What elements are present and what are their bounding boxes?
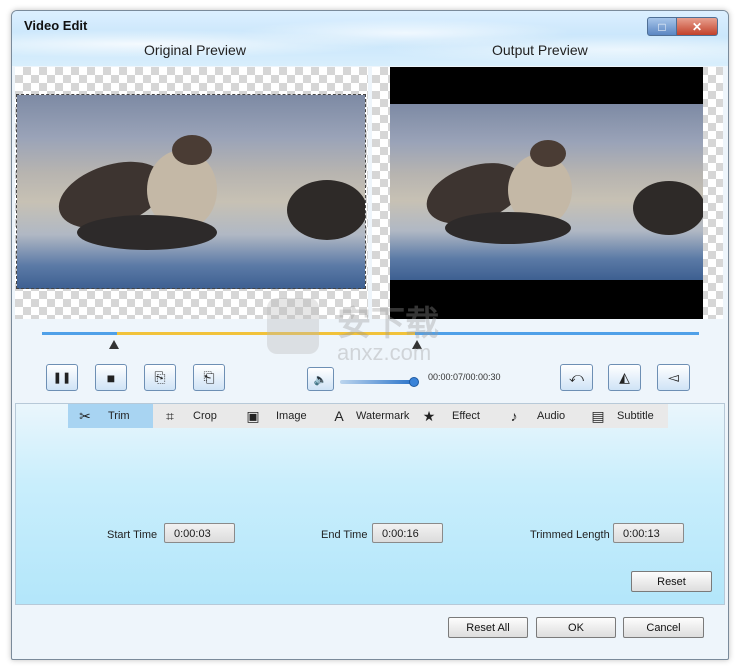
shield-icon: [267, 298, 319, 354]
end-time-field[interactable]: 0:00:16: [372, 523, 443, 543]
edit-panel: ✂ Trim ⌗ Crop ▣ Image A Watermark ★ Effe…: [15, 403, 725, 605]
tab-image[interactable]: ▣ Image: [236, 404, 322, 428]
original-preview-label: Original Preview: [144, 42, 246, 58]
flip-vertical-icon: ◅: [668, 369, 679, 385]
set-start-icon: ⎘: [154, 369, 166, 385]
ok-button[interactable]: OK: [536, 617, 616, 638]
crop-frame[interactable]: [16, 94, 366, 289]
title-bar: Video Edit □ ✕ Original Preview Output P…: [12, 11, 728, 66]
seal-shape: [445, 212, 571, 244]
close-icon: ✕: [691, 19, 703, 34]
trim-start-handle[interactable]: [109, 340, 119, 349]
subtitle-icon: ▤: [591, 407, 605, 424]
reset-button[interactable]: Reset: [631, 571, 712, 592]
output-preview-label: Output Preview: [492, 42, 588, 58]
flip-vertical-button[interactable]: ◅: [657, 364, 690, 391]
output-preview: [372, 67, 723, 319]
site-watermark: 安下载 anxz.com: [267, 298, 492, 378]
volume-slider-knob[interactable]: [409, 377, 419, 387]
reset-all-button[interactable]: Reset All: [448, 617, 528, 638]
tab-image-label: Image: [276, 410, 307, 422]
volume-slider[interactable]: [340, 380, 414, 384]
seal-shape: [530, 140, 566, 167]
image-icon: ▣: [246, 407, 260, 424]
window-controls: □ ✕: [647, 17, 718, 36]
scissors-icon: ✂: [79, 407, 91, 424]
tab-subtitle[interactable]: ▤ Subtitle: [581, 404, 668, 428]
original-preview: [15, 67, 368, 319]
tab-effect-label: Effect: [452, 410, 480, 422]
video-edit-window: Video Edit □ ✕ Original Preview Output P…: [11, 10, 729, 660]
maximize-icon: □: [658, 19, 666, 34]
stop-button[interactable]: ■: [95, 364, 127, 391]
pause-icon: ❚❚: [52, 372, 72, 384]
close-button[interactable]: ✕: [677, 17, 718, 36]
tab-watermark[interactable]: A Watermark: [322, 404, 412, 428]
tab-watermark-label: Watermark: [356, 410, 410, 422]
set-start-button[interactable]: ⎘: [144, 364, 176, 391]
end-time-label: End Time: [321, 529, 368, 541]
start-time-field[interactable]: 0:00:03: [164, 523, 235, 543]
rotate-icon: ⤺: [569, 369, 584, 385]
window-title: Video Edit: [24, 18, 88, 33]
output-video-frame: [390, 67, 703, 319]
stop-icon: ■: [106, 369, 116, 386]
watermark-chars: 安下载: [337, 305, 439, 343]
tab-audio[interactable]: ♪ Audio: [497, 404, 581, 428]
maximize-button[interactable]: □: [647, 17, 677, 36]
trimmed-length-label: Trimmed Length: [530, 529, 610, 541]
edit-tabs: ✂ Trim ⌗ Crop ▣ Image A Watermark ★ Effe…: [68, 404, 668, 428]
flip-horizontal-icon: ◭: [619, 369, 630, 385]
crop-icon: ⌗: [166, 407, 174, 424]
seal-shape: [633, 181, 703, 235]
titlebar-background: [12, 11, 728, 66]
tab-trim-label: Trim: [108, 410, 130, 422]
tab-crop-label: Crop: [193, 410, 217, 422]
tab-audio-label: Audio: [537, 410, 566, 422]
pause-button[interactable]: ❚❚: [46, 364, 78, 391]
tab-effect[interactable]: ★ Effect: [412, 404, 497, 428]
watermark-icon: A: [334, 408, 344, 424]
star-icon: ★: [422, 407, 436, 424]
tab-trim[interactable]: ✂ Trim: [68, 404, 153, 428]
set-end-button[interactable]: ⎗: [193, 364, 225, 391]
output-video-image: [390, 104, 703, 280]
cancel-button[interactable]: Cancel: [623, 617, 704, 638]
tab-crop[interactable]: ⌗ Crop: [153, 404, 236, 428]
set-end-icon: ⎗: [203, 369, 215, 385]
flip-horizontal-button[interactable]: ◭: [608, 364, 641, 391]
music-note-icon: ♪: [510, 408, 518, 424]
tab-subtitle-label: Subtitle: [617, 410, 654, 422]
rotate-button[interactable]: ⤺: [560, 364, 593, 391]
trimmed-length-field: 0:00:13: [613, 523, 684, 543]
watermark-text: anxz.com: [337, 340, 432, 365]
start-time-label: Start Time: [107, 529, 158, 541]
